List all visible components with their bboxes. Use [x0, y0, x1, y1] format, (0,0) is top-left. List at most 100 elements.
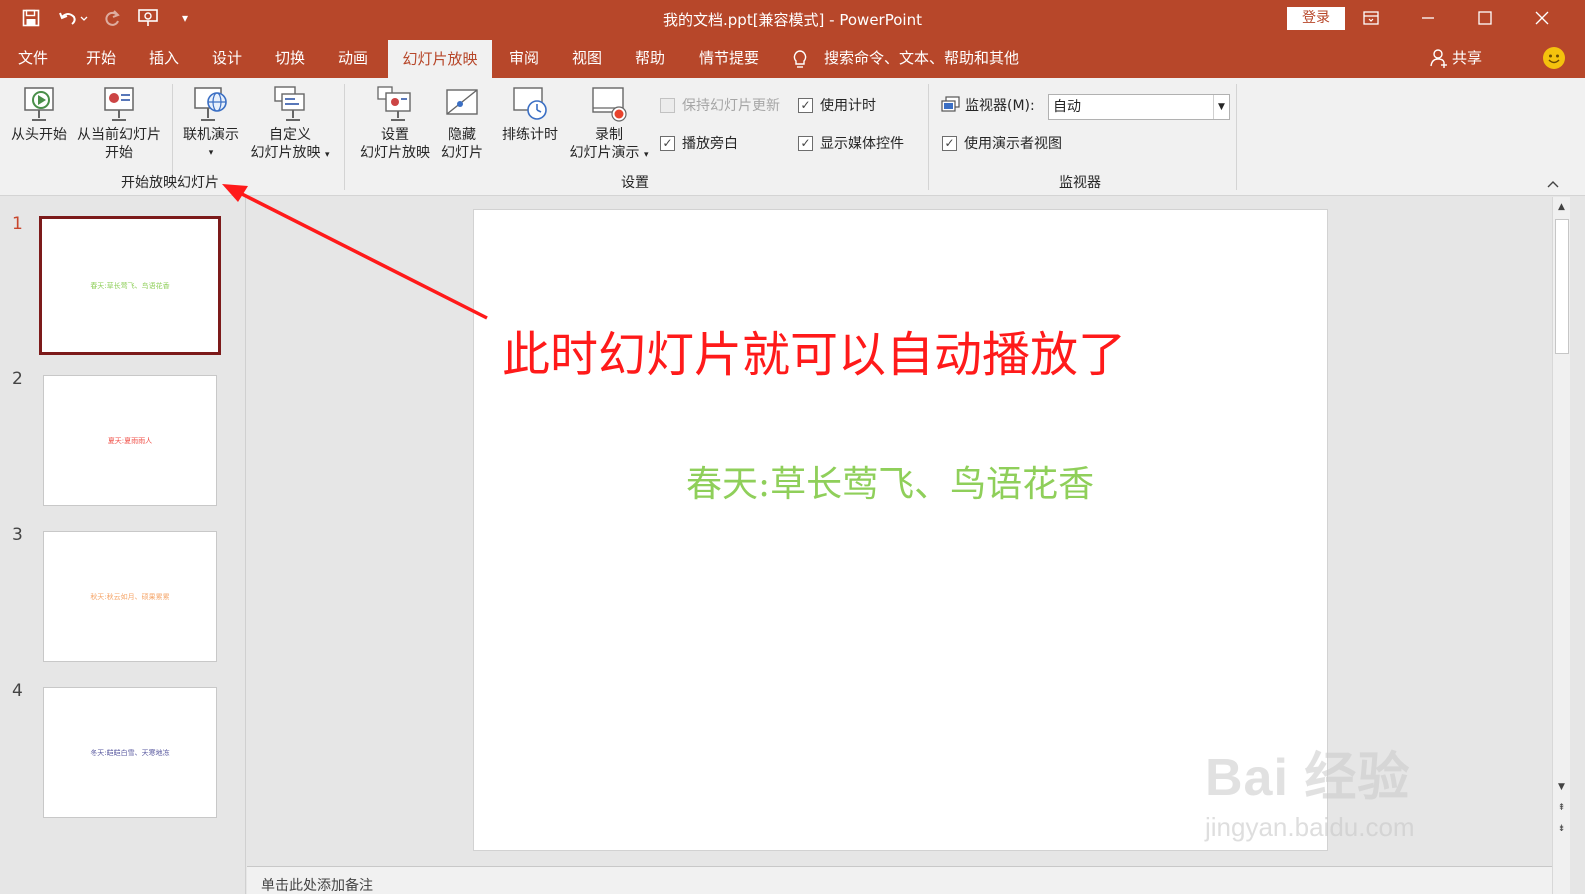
from-current-label-2: 开始 — [105, 145, 133, 161]
record-label-1: 录制 — [595, 127, 623, 143]
slide-thumbnail-3[interactable]: 秋天:秋云如月、硕果累累 — [43, 531, 217, 662]
thumbnail-text: 秋天:秋云如月、硕果累累 — [90, 592, 170, 601]
group-separator — [344, 84, 345, 190]
group-separator — [1236, 84, 1237, 190]
rehearse-timings-button[interactable]: 排练计时 — [497, 84, 563, 144]
custom-slide-show-button[interactable]: 自定义 幻灯片放映 ▾ — [244, 84, 336, 164]
current-slide-canvas[interactable] — [473, 209, 1328, 851]
tab-slide-show[interactable]: 幻灯片放映 — [388, 40, 492, 78]
previous-slide-icon[interactable]: ⇞ — [1553, 800, 1570, 816]
close-icon[interactable] — [1519, 2, 1565, 34]
annotation-caption: 此时幻灯片就可以自动播放了 — [502, 327, 1127, 383]
show-media-controls-checkbox[interactable]: ✓ 显示媒体控件 — [798, 133, 904, 153]
thumbnail-text: 春天:草长莺飞、鸟语花香 — [90, 281, 170, 290]
lightbulb-icon — [792, 49, 808, 73]
baidu-watermark-url: jingyan.baidu.com — [1205, 812, 1415, 842]
setup-label-1: 设置 — [381, 127, 409, 143]
tab-insert[interactable]: 插入 — [139, 38, 189, 78]
tab-help[interactable]: 帮助 — [625, 38, 675, 78]
scroll-down-icon[interactable]: ▼ — [1553, 779, 1570, 795]
monitor-select[interactable]: 自动 ▼ — [1048, 94, 1230, 120]
setup-label-2: 幻灯片放映 — [360, 145, 430, 161]
tab-storyboarding[interactable]: 情节提要 — [692, 38, 766, 78]
checkbox-box — [660, 97, 675, 113]
notes-pane[interactable]: 单击此处添加备注 — [247, 866, 1552, 894]
record-slide-show-button[interactable]: 录制 幻灯片演示 ▾ — [564, 84, 654, 164]
checkmark-icon: ✓ — [660, 135, 675, 151]
present-online-label: 联机演示 — [183, 127, 239, 143]
keep-updated-label: 保持幻灯片更新 — [682, 98, 780, 114]
slideshow-start-icon[interactable] — [137, 7, 159, 29]
record-icon — [589, 84, 629, 124]
thumbnail-text: 夏天:夏雨雨人 — [107, 436, 153, 445]
monitor-icon — [941, 95, 961, 119]
title-bar: ▾ 我的文档.ppt[兼容模式] - PowerPoint 登录 — [0, 0, 1585, 38]
tell-me-search[interactable]: 搜索命令、文本、帮助和其他 — [824, 38, 1019, 78]
baidu-watermark-logo: Bai 经验 — [1205, 749, 1411, 807]
tab-design[interactable]: 设计 — [202, 38, 252, 78]
feedback-smiley-icon[interactable] — [1543, 47, 1565, 69]
use-timings-checkbox[interactable]: ✓ 使用计时 — [798, 95, 876, 115]
slide-number: 2 — [12, 369, 23, 389]
group-label-start: 开始放映幻灯片 — [121, 175, 219, 191]
dropdown-arrow-icon: ▾ — [208, 148, 214, 158]
next-slide-icon[interactable]: ⇟ — [1553, 821, 1570, 837]
dropdown-arrow-icon: ▾ — [324, 150, 330, 160]
redo-icon[interactable] — [101, 7, 123, 29]
ribbon-display-options-icon[interactable] — [1348, 2, 1394, 34]
hide-label-1: 隐藏 — [448, 127, 476, 143]
slide-thumbnail-1[interactable]: 春天:草长莺飞、鸟语花香 — [39, 216, 221, 355]
maximize-icon[interactable] — [1462, 2, 1508, 34]
record-label-2: 幻灯片演示 — [569, 145, 640, 161]
rehearse-timer-icon — [510, 84, 550, 124]
custom-show-label-1: 自定义 — [269, 127, 311, 143]
share-person-icon[interactable] — [1430, 48, 1448, 72]
show-media-label: 显示媒体控件 — [820, 136, 904, 152]
slide-thumbnail-4[interactable]: 冬天:皑皑白雪、天寒地冻 — [43, 687, 217, 818]
tab-transitions[interactable]: 切换 — [265, 38, 315, 78]
present-online-globe-icon — [191, 84, 231, 124]
projector-play-icon — [19, 84, 59, 124]
scroll-thumb[interactable] — [1555, 219, 1569, 354]
from-current-label-1: 从当前幻灯片 — [77, 127, 161, 143]
tab-home[interactable]: 开始 — [76, 38, 126, 78]
login-button[interactable]: 登录 — [1287, 7, 1345, 30]
from-current-slide-button[interactable]: 从当前幻灯片 开始 — [72, 84, 166, 162]
vertical-scrollbar[interactable]: ▲ ▼ ⇞ ⇟ — [1552, 197, 1570, 894]
group-separator — [928, 84, 929, 190]
use-presenter-view-checkbox[interactable]: ✓ 使用演示者视图 — [942, 133, 1062, 153]
ribbon-panel: 从头开始 从当前幻灯片 开始 联机演示 ▾ 自定义 幻灯片放映 ▾ 开始放映幻灯… — [0, 78, 1585, 196]
present-online-button[interactable]: 联机演示 ▾ — [176, 84, 246, 162]
slide-number: 3 — [12, 525, 23, 545]
slide-thumbnail-2[interactable]: 夏天:夏雨雨人 — [43, 375, 217, 506]
from-beginning-button[interactable]: 从头开始 — [6, 84, 72, 144]
save-icon[interactable] — [20, 7, 42, 29]
hide-slide-icon — [442, 84, 482, 124]
minimize-icon[interactable] — [1405, 2, 1451, 34]
keep-slides-updated-checkbox[interactable]: 保持幻灯片更新 — [660, 95, 780, 115]
slide-number: 1 — [12, 214, 23, 234]
monitor-select-value: 自动 — [1053, 99, 1081, 115]
undo-icon[interactable] — [56, 7, 90, 29]
group-label-monitors: 监视器 — [1059, 175, 1101, 191]
slide-title-text[interactable]: 春天:草长莺飞、鸟语花香 — [686, 455, 1094, 507]
collapse-ribbon-icon[interactable] — [1546, 178, 1560, 192]
tab-animations[interactable]: 动画 — [328, 38, 378, 78]
rehearse-label: 排练计时 — [502, 127, 558, 143]
tab-review[interactable]: 审阅 — [499, 38, 549, 78]
setup-slideshow-icon — [375, 84, 415, 124]
ribbon-tab-bar: 文件 开始 插入 设计 切换 动画 幻灯片放映 审阅 视图 帮助 情节提要 搜索… — [0, 38, 1585, 78]
custom-show-label-2: 幻灯片放映 — [250, 145, 321, 161]
play-narrations-checkbox[interactable]: ✓ 播放旁白 — [660, 133, 738, 153]
customize-quick-access-icon[interactable]: ▾ — [174, 7, 196, 29]
set-up-slide-show-button[interactable]: 设置 幻灯片放映 — [354, 84, 436, 162]
tab-view[interactable]: 视图 — [562, 38, 612, 78]
share-button[interactable]: 共享 — [1452, 38, 1482, 78]
scroll-up-icon[interactable]: ▲ — [1553, 199, 1570, 215]
hide-label-2: 幻灯片 — [441, 145, 483, 161]
tab-file[interactable]: 文件 — [8, 38, 58, 78]
presenter-view-label: 使用演示者视图 — [964, 136, 1062, 152]
monitor-label: 监视器(M): — [965, 98, 1035, 114]
checkmark-icon: ✓ — [798, 97, 813, 113]
hide-slide-button[interactable]: 隐藏 幻灯片 — [436, 84, 488, 162]
